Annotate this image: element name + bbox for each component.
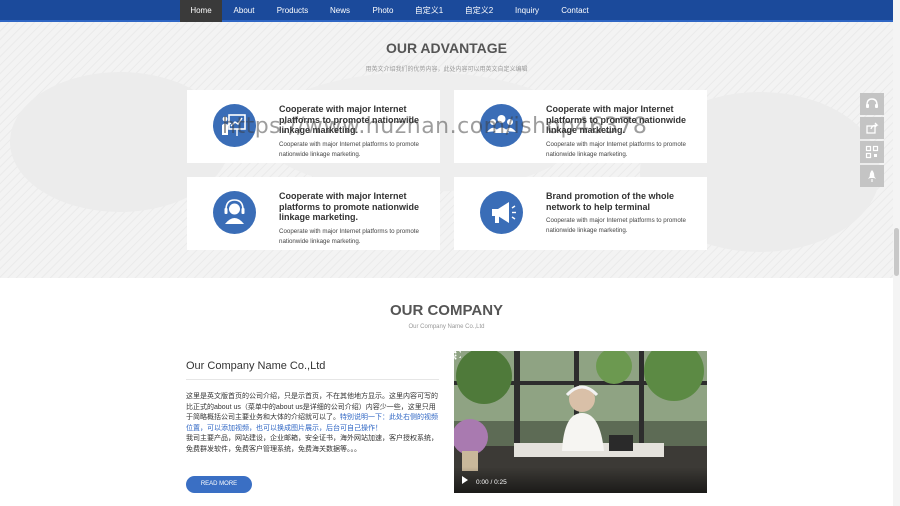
scrollbar-thumb[interactable] [894, 228, 899, 276]
nav-item-custom2[interactable]: 自定义2 [460, 0, 498, 22]
advantage-title: OUR ADVANTAGE [385, 40, 508, 56]
video-time: 0:00 / 0:25 [476, 479, 507, 486]
play-icon[interactable] [462, 476, 468, 484]
qrcode-icon [865, 145, 879, 159]
company-section-subtitle: Our Company Name Co.,Ltd [408, 324, 485, 330]
advantage-subtitle: 用英文介绍我们的优势内容，此处内容可以用英文自定义编辑 [365, 67, 528, 73]
card-description: Cooperate with major Internet platforms … [546, 141, 686, 158]
company-section-title: OUR COMPANY [389, 302, 504, 319]
share-button[interactable] [860, 117, 884, 139]
nav-item-news[interactable]: News [322, 0, 358, 22]
divider [186, 379, 439, 380]
qrcode-button[interactable] [860, 141, 884, 163]
rocket-icon [868, 170, 876, 182]
world-map-background [0, 22, 893, 278]
watermark-text: https://www.huzhan.com/ishop46378 [222, 114, 648, 139]
nav-item-home[interactable]: Home [180, 0, 222, 22]
advantage-section: OUR ADVANTAGE 用英文介绍我们的优势内容，此处内容可以用英文自定义编… [0, 22, 893, 278]
advantage-card[interactable]: Cooperate with major Internet platforms … [187, 177, 440, 250]
company-video[interactable]: 0:00 / 0:25 [454, 351, 707, 493]
company-intro: 这里是英文版首页的公司介绍，只是示首页，不在其他地方显示。这里内容可写的比正式的… [186, 392, 438, 456]
nav-item-contact[interactable]: Contact [556, 0, 594, 22]
floating-side-toolbar [860, 93, 884, 187]
nav-item-inquiry[interactable]: Inquiry [509, 0, 545, 22]
support-icon [213, 191, 256, 234]
intro-products: 我司主要产品，网站建设，企业邮箱，安全证书，海外网站加速，客户授权系统，免费群发… [186, 435, 438, 453]
back-to-top-button[interactable] [860, 165, 884, 187]
card-title: Cooperate with major Internet platforms … [279, 191, 420, 222]
card-description: Cooperate with major Internet platforms … [279, 141, 419, 158]
card-description: Cooperate with major Internet platforms … [546, 217, 686, 234]
nav-item-about[interactable]: About [226, 0, 262, 22]
nav-item-photo[interactable]: Photo [365, 0, 401, 22]
company-name-heading: Our Company Name Co.,Ltd [186, 360, 326, 372]
card-description: Cooperate with major Internet platforms … [279, 228, 419, 245]
megaphone-icon [480, 191, 523, 234]
share-icon [866, 122, 879, 134]
top-navbar: Home About Products News Photo 自定义1 自定义2… [0, 0, 893, 22]
card-title: Brand promotion of the whole network to … [546, 191, 674, 212]
headset-icon [866, 98, 878, 108]
customer-service-button[interactable] [860, 93, 884, 115]
read-more-button[interactable]: READ MORE [186, 476, 252, 493]
nav-item-products[interactable]: Products [270, 0, 315, 22]
advantage-card[interactable]: Brand promotion of the whole network to … [454, 177, 707, 250]
more-options-icon[interactable] [454, 351, 457, 360]
nav-item-custom1[interactable]: 自定义1 [410, 0, 448, 22]
